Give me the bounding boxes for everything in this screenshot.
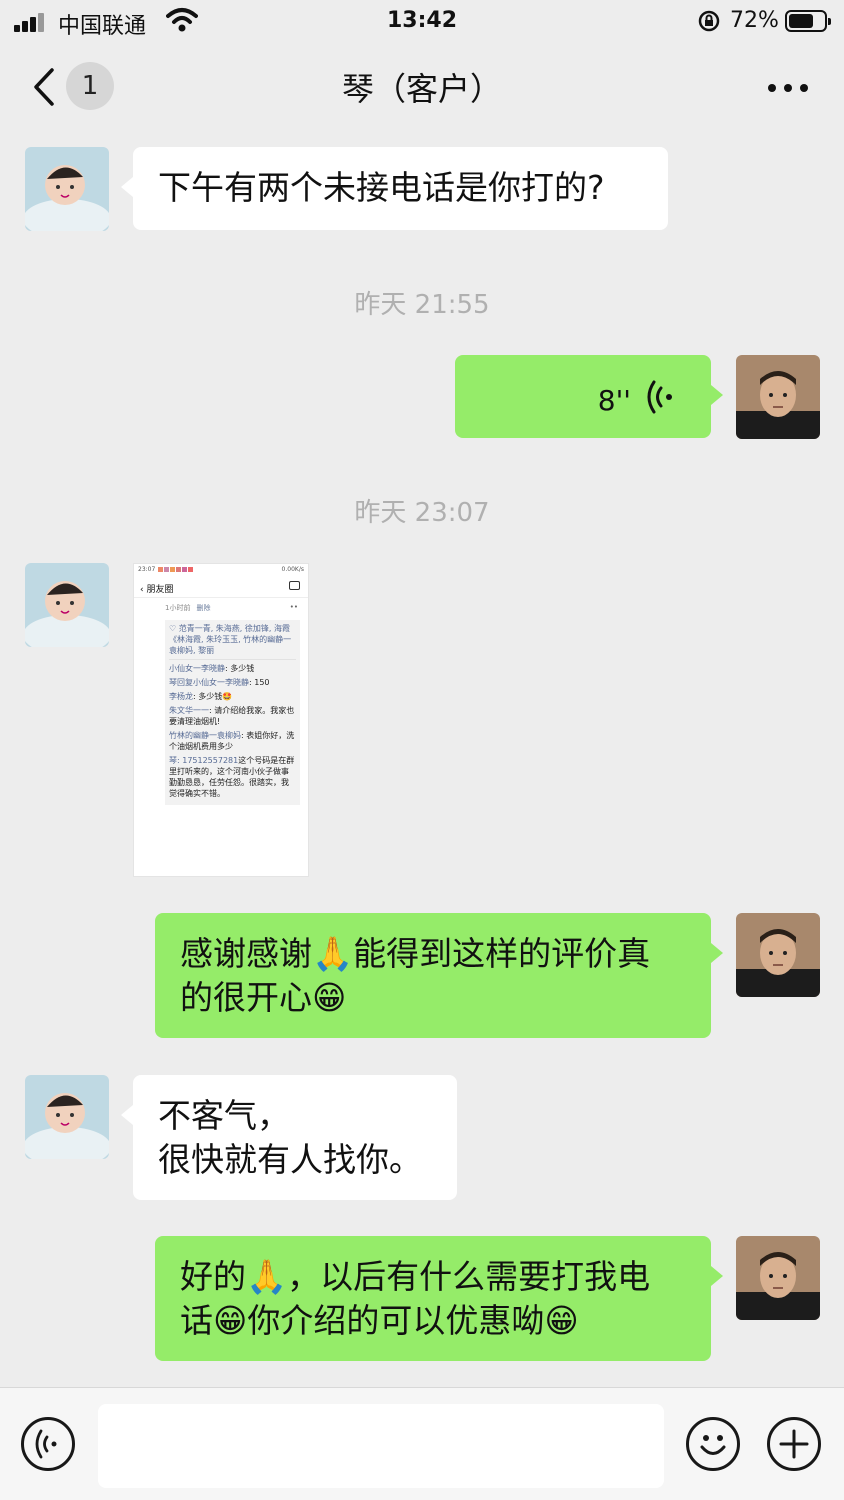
contact-avatar[interactable] — [25, 563, 109, 647]
more-icon[interactable] — [768, 84, 808, 92]
image-post-delete: 删除 — [196, 604, 211, 612]
message-text: 好的🙏，以后有什么需要打我电 话😁你介绍的可以优惠呦😁 — [180, 1257, 651, 1340]
my-avatar[interactable] — [736, 913, 820, 997]
image-message[interactable]: 23:07 0.00K/s ‹ 朋友圈 1小时前 删除 •• ♡ 范青一青, 朱海… — [133, 563, 309, 877]
image-comment: 朱文华一一: 请介绍给我家。我家也要清理油烟机! — [169, 706, 295, 726]
image-status-time: 23:07 — [138, 566, 156, 573]
voice-toggle-icon[interactable] — [21, 1417, 75, 1471]
image-status-speed: 0.00K/s — [281, 566, 304, 573]
message-text: 下午有两个未接电话是你打的? — [158, 168, 605, 207]
timestamp: 昨天 21:55 — [354, 290, 490, 320]
image-likes: ♡ 范青一青, 朱海燕, 徐加锋, 海霞《林海霞, 朱玲玉玉, 竹林的幽静一袁柳… — [169, 623, 296, 660]
rotation-lock-icon — [698, 10, 720, 32]
smiley-icon — [700, 1435, 726, 1455]
image-comment: 琴: 17512557281这个号码是在群里打听来的，这个河南小伙子做事勤勤恳恳… — [169, 756, 295, 798]
chat-title: 琴（客户） — [341, 70, 502, 108]
image-comment: 竹林的幽静一袁柳妈: 表姐你好，洗个油烟机费用多少 — [169, 731, 295, 751]
battery-percentage: 72% — [730, 8, 779, 33]
image-comment-box: ♡ 范青一青, 朱海燕, 徐加锋, 海霞《林海霞, 朱玲玉玉, 竹林的幽静一袁柳… — [165, 620, 300, 805]
message-bubble[interactable]: 不客气， 很快就有人找你。 — [121, 1075, 457, 1200]
status-bar: 中国联通 13:42 72% — [0, 0, 844, 44]
image-post-options-icon: •• — [289, 603, 298, 611]
image-comment: 李杨龙: 多少钱🤩 — [169, 692, 233, 701]
message-text: 感谢感谢🙏能得到这样的评价真 的很开心😁 — [180, 934, 651, 1017]
emoji-icon[interactable] — [686, 1417, 740, 1471]
contact-avatar[interactable] — [25, 1075, 109, 1159]
my-avatar[interactable] — [736, 1236, 820, 1320]
nav-bar: 1 琴（客户） — [0, 44, 844, 132]
camera-icon — [289, 581, 300, 590]
image-comment: 小仙女一李晓静: 多少钱 — [169, 664, 255, 673]
voice-duration: 8'' — [597, 384, 631, 417]
my-avatar[interactable] — [736, 355, 820, 439]
contact-avatar[interactable] — [25, 147, 109, 231]
message-bubble[interactable]: 下午有两个未接电话是你打的? — [121, 147, 668, 230]
voice-icon — [35, 1429, 57, 1459]
image-post-time: 1小时前 — [165, 604, 191, 612]
image-header: ‹ 朋友圈 — [134, 576, 308, 598]
input-bar — [0, 1387, 844, 1500]
image-header-title: 朋友圈 — [146, 585, 174, 595]
voice-wave-icon — [647, 380, 672, 414]
message-bubble[interactable]: 感谢感谢🙏能得到这样的评价真 的很开心😁 — [155, 913, 723, 1038]
battery-icon — [785, 10, 831, 32]
message-input[interactable] — [98, 1404, 664, 1488]
message-text: 不客气， 很快就有人找你。 — [158, 1096, 422, 1179]
image-status-bar: 23:07 0.00K/s — [134, 564, 308, 576]
image-comment: 琴回复小仙女一李晓静: 150 — [169, 678, 270, 687]
plus-icon[interactable] — [767, 1417, 821, 1471]
timestamp: 昨天 23:07 — [354, 498, 490, 528]
voice-message-bubble[interactable]: 8'' — [455, 355, 723, 438]
message-bubble[interactable]: 好的🙏，以后有什么需要打我电 话😁你介绍的可以优惠呦😁 — [155, 1236, 723, 1361]
add-icon — [779, 1429, 809, 1459]
image-post-meta: 1小时前 删除 •• — [134, 598, 308, 618]
